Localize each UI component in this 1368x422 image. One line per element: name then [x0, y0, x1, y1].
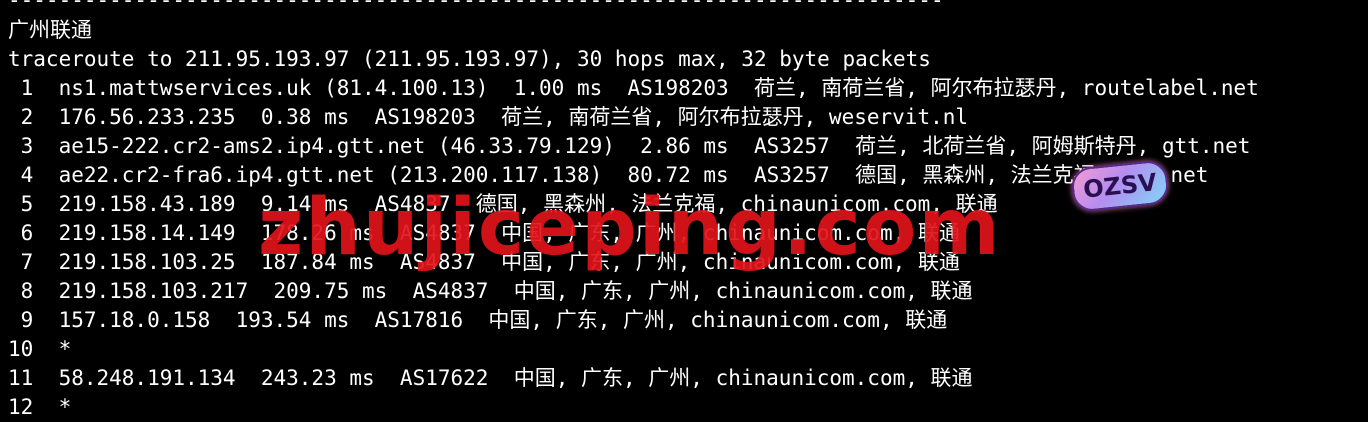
hop-line: 4 ae22.cr2-fra6.ip4.gtt.net (213.200.117… [8, 163, 1209, 187]
separator-line: ----------------------------------------… [8, 0, 944, 12]
hop-line: 12 * [8, 395, 72, 419]
traceroute-header: traceroute to 211.95.193.97 (211.95.193.… [8, 47, 931, 71]
hop-line: 11 58.248.191.134 243.23 ms AS17622 中国, … [8, 366, 973, 390]
hop-line: 7 219.158.103.25 187.84 ms AS4837 中国, 广东… [8, 250, 960, 274]
hop-line: 6 219.158.14.149 178.26 ms AS4837 中国, 广东… [8, 221, 960, 245]
terminal-output: ----------------------------------------… [8, 0, 1368, 419]
hop-line: 9 157.18.0.158 193.54 ms AS17816 中国, 广东,… [8, 308, 948, 332]
hop-line: 10 * [8, 337, 72, 361]
hop-line: 3 ae15-222.cr2-ams2.ip4.gtt.net (46.33.7… [8, 134, 1251, 158]
section-title: 广州联通 [8, 18, 92, 42]
hop-line: 1 ns1.mattwservices.uk (81.4.100.13) 1.0… [8, 76, 1259, 100]
hop-line: 2 176.56.233.235 0.38 ms AS198203 荷兰, 南荷… [8, 105, 969, 129]
hop-line: 5 219.158.43.189 9.14 ms AS4837 德国, 黑森州,… [8, 192, 998, 216]
hop-line: 8 219.158.103.217 209.75 ms AS4837 中国, 广… [8, 279, 973, 303]
